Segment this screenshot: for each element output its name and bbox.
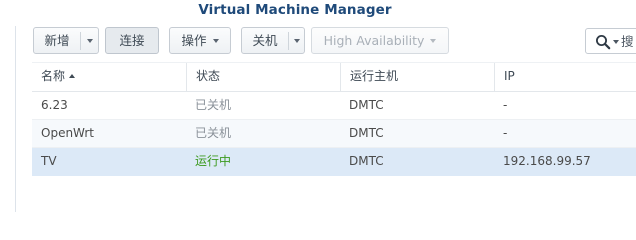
vm-name-cell: TV: [41, 154, 57, 168]
new-dropdown-button[interactable]: [81, 28, 99, 53]
table-row[interactable]: 6.23 已关机 DMTC -: [32, 92, 636, 120]
column-header-label: 状态: [196, 69, 221, 83]
sort-ascending-icon: [69, 73, 76, 78]
table-header: 名称 状态 运行主机 IP: [32, 62, 636, 92]
table-row[interactable]: OpenWrt 已关机 DMTC -: [32, 120, 636, 148]
left-panel-border: [15, 26, 16, 212]
high-availability-button[interactable]: High Availability: [311, 27, 449, 54]
vm-ip-cell: -: [503, 126, 508, 140]
action-button-label: 操作: [181, 33, 207, 48]
new-split-button: 新增: [33, 27, 99, 54]
magnifier-icon[interactable]: [595, 34, 611, 50]
column-header-status[interactable]: 状态: [186, 63, 340, 91]
connect-button[interactable]: 连接: [105, 27, 159, 54]
chevron-down-icon[interactable]: [613, 40, 619, 44]
chevron-down-icon: [430, 38, 437, 43]
vm-table: 名称 状态 运行主机 IP 6.23 已关机 DMTC - OpenWrt 已关…: [32, 62, 636, 176]
connect-button-label: 连接: [119, 33, 145, 48]
vm-status-cell: 已关机: [195, 126, 232, 140]
vm-host-cell: DMTC: [349, 98, 384, 112]
vm-host-cell: DMTC: [349, 154, 384, 168]
vm-status-cell: 运行中: [195, 154, 232, 168]
chevron-down-icon: [294, 38, 300, 43]
table-row-selected[interactable]: TV 运行中 DMTC 192.168.99.57: [32, 148, 636, 176]
shutdown-split-button: 关机: [241, 27, 305, 54]
vm-name-cell: 6.23: [41, 98, 68, 112]
vm-ip-cell: -: [503, 98, 508, 112]
window-titlebar: Virtual Machine Manager: [0, 0, 636, 24]
window-title: Virtual Machine Manager: [198, 2, 392, 18]
column-header-name[interactable]: 名称: [32, 63, 186, 91]
vm-name-cell: OpenWrt: [41, 126, 95, 140]
column-header-label: 运行主机: [350, 69, 399, 83]
high-availability-label: High Availability: [323, 33, 425, 48]
chevron-down-icon: [212, 38, 219, 43]
new-button[interactable]: 新增: [34, 28, 80, 53]
shutdown-dropdown-button[interactable]: [289, 28, 305, 53]
chevron-down-icon: [87, 38, 93, 43]
search-input[interactable]: [621, 31, 636, 51]
vm-host-cell: DMTC: [349, 126, 384, 140]
shutdown-button[interactable]: 关机: [242, 28, 288, 53]
column-header-label: IP: [504, 69, 515, 83]
vm-ip-cell: 192.168.99.57: [503, 154, 591, 168]
column-header-ip[interactable]: IP: [494, 63, 636, 91]
action-dropdown-button[interactable]: 操作: [169, 27, 231, 54]
vm-status-cell: 已关机: [195, 98, 232, 112]
search-box[interactable]: [585, 28, 636, 54]
column-header-host[interactable]: 运行主机: [340, 63, 494, 91]
column-header-label: 名称: [41, 69, 66, 83]
